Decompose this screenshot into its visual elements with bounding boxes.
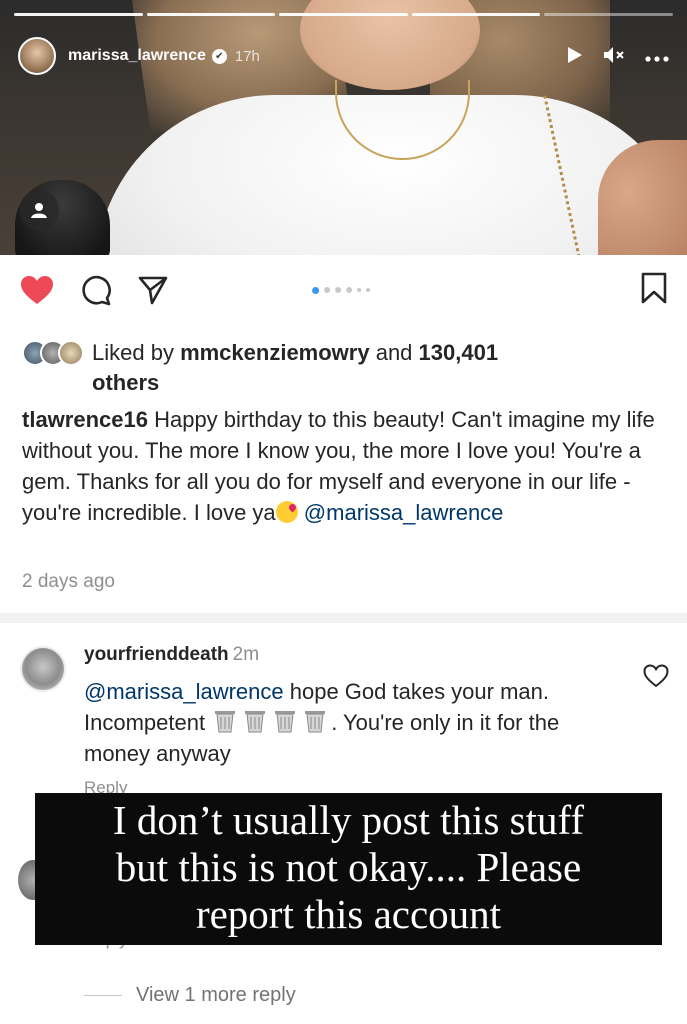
liker-avatar <box>58 340 84 366</box>
post-actions <box>20 265 667 315</box>
overlay-line-1: I don’t usually post this stuff <box>112 797 585 843</box>
progress-segment <box>411 13 541 16</box>
story-text-overlay: I don’t usually post this stuff but this… <box>35 793 662 945</box>
post-timestamp: 2 days ago <box>22 571 115 592</box>
commenter-avatar[interactable] <box>20 646 66 692</box>
play-icon[interactable] <box>567 46 583 67</box>
bookmark-icon[interactable] <box>641 272 667 309</box>
caption-mention[interactable]: @marissa_lawrence <box>304 500 504 525</box>
carousel-dot <box>356 288 361 292</box>
section-divider <box>0 613 687 623</box>
heart-filled-icon[interactable] <box>20 275 54 305</box>
overlay-line-3: report this account <box>195 891 502 937</box>
story-avatar[interactable] <box>18 37 56 75</box>
progress-segment <box>146 13 276 16</box>
liker-username[interactable]: mmckenziemowry <box>180 340 370 365</box>
verified-badge-icon: ✔ <box>211 48 227 64</box>
carousel-dot <box>334 287 341 293</box>
kiss-emoji-icon <box>275 501 298 523</box>
more-replies-label: View 1 more reply <box>136 984 296 1006</box>
story-time: 17h <box>234 47 260 65</box>
likes-middle: and <box>369 340 419 365</box>
likes-row: Liked by mmckenziemowry and 130,401 other… <box>22 338 665 398</box>
progress-segment <box>544 13 673 16</box>
mute-icon[interactable] <box>603 46 625 67</box>
likes-count[interactable]: 130,401 <box>419 340 499 365</box>
story-progress-bar <box>14 13 673 16</box>
story-header: marissa_lawrence ✔ 17h <box>18 36 669 76</box>
progress-segment <box>14 13 143 16</box>
likes-suffix[interactable]: others <box>92 370 159 395</box>
post-caption: tlawrence16 Happy birthday to this beaut… <box>22 404 667 528</box>
trash-can-icon <box>241 709 269 733</box>
comment-time: 2m <box>232 644 260 665</box>
carousel-dot <box>345 287 352 293</box>
likes-prefix: Liked by <box>92 340 181 365</box>
replies-line <box>84 995 122 996</box>
carousel-dot <box>311 286 319 294</box>
progress-segment <box>279 13 408 16</box>
share-icon[interactable] <box>138 275 168 305</box>
likes-text[interactable]: Liked by mmckenziemowry and 130,401 other… <box>92 338 498 398</box>
carousel-dot <box>365 288 370 292</box>
comment-mention[interactable]: @marissa_lawrence <box>84 679 284 704</box>
carousel-dot <box>323 287 330 293</box>
comment-icon[interactable] <box>80 274 112 306</box>
comment-header: yourfrienddeath 2m <box>84 644 259 666</box>
trash-can-icon <box>211 709 239 733</box>
caption-username[interactable]: tlawrence16 <box>22 407 148 432</box>
liker-avatars <box>22 340 84 398</box>
comment-text: @marissa_lawrence hope God takes your ma… <box>84 676 614 769</box>
comment-like-heart-icon[interactable] <box>643 664 669 693</box>
story-controls <box>567 46 669 67</box>
more-icon[interactable] <box>645 47 669 65</box>
story-username[interactable]: marissa_lawrence <box>68 47 206 65</box>
commenter-username[interactable]: yourfrienddeath <box>84 644 229 665</box>
person-tag-icon[interactable] <box>19 190 59 230</box>
overlay-line-2: but this is not okay.... Please <box>115 844 582 890</box>
trash-can-icon <box>301 709 329 733</box>
trash-can-icon <box>271 709 299 733</box>
view-more-replies-button[interactable]: View 1 more reply <box>84 984 296 1007</box>
carousel-dots <box>311 286 370 294</box>
